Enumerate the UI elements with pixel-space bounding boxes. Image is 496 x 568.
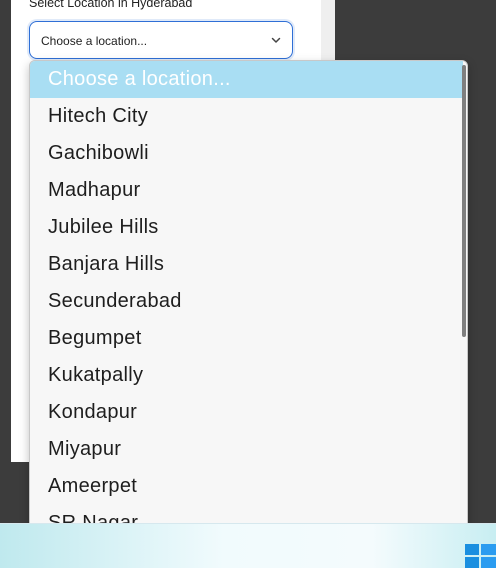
option-choose-location[interactable]: Choose a location... [30, 61, 463, 98]
chevron-down-icon [271, 37, 281, 43]
dropdown-scrollbar[interactable] [462, 65, 466, 337]
option-jubilee-hills[interactable]: Jubilee Hills [30, 209, 463, 246]
location-select[interactable]: Choose a location... [29, 21, 293, 59]
card-edge [321, 0, 335, 60]
location-dropdown-list[interactable]: Choose a location... Hitech City Gachibo… [29, 60, 468, 530]
taskbar [0, 523, 496, 568]
option-banjara-hills[interactable]: Banjara Hills [30, 246, 463, 283]
windows-start-icon[interactable] [465, 544, 496, 568]
option-secunderabad[interactable]: Secunderabad [30, 283, 463, 320]
option-kukatpally[interactable]: Kukatpally [30, 357, 463, 394]
location-field-label: Select Location in Hyderabad [29, 0, 193, 10]
option-begumpet[interactable]: Begumpet [30, 320, 463, 357]
option-ameerpet[interactable]: Ameerpet [30, 468, 463, 505]
option-madhapur[interactable]: Madhapur [30, 172, 463, 209]
option-miyapur[interactable]: Miyapur [30, 431, 463, 468]
option-gachibowli[interactable]: Gachibowli [30, 135, 463, 172]
option-kondapur[interactable]: Kondapur [30, 394, 463, 431]
option-hitech-city[interactable]: Hitech City [30, 98, 463, 135]
location-select-value: Choose a location... [41, 34, 148, 48]
